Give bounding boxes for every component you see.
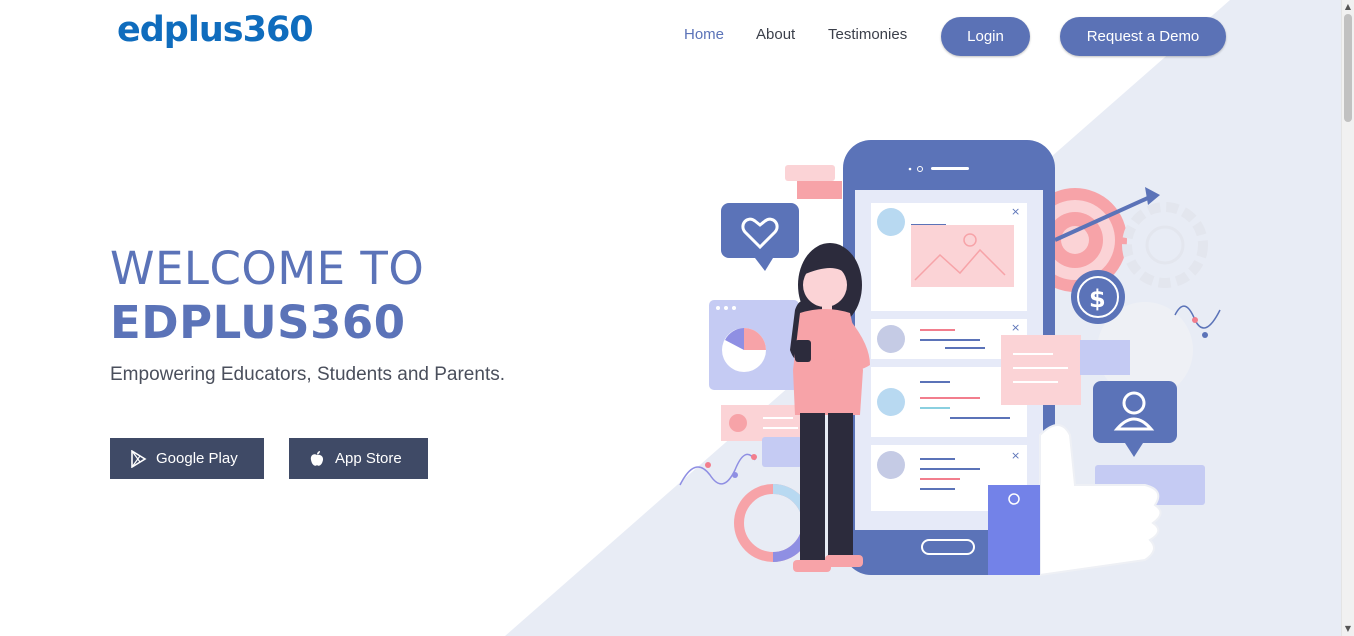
- nav-about-link[interactable]: About: [756, 26, 795, 43]
- scroll-down-arrow-icon[interactable]: ▼: [1344, 624, 1352, 634]
- hero-title: WELCOME TO EDPLUS360: [110, 242, 424, 350]
- apple-icon: [310, 450, 324, 466]
- google-play-label: Google Play: [156, 450, 238, 467]
- nav-testimonies-link[interactable]: Testimonies: [828, 26, 907, 43]
- scroll-thumb[interactable]: [1344, 14, 1352, 122]
- navbar: edplus360 Home About Testimonies Login R…: [0, 0, 1342, 72]
- user-icon: [1093, 381, 1177, 457]
- svg-text:×: ×: [1011, 321, 1020, 334]
- wave-line-left: [679, 453, 756, 486]
- request-demo-button[interactable]: Request a Demo: [1060, 17, 1226, 56]
- app-store-button[interactable]: App Store: [289, 438, 428, 479]
- hero-title-line1: WELCOME TO: [110, 242, 425, 295]
- nav-home-link[interactable]: Home: [684, 26, 724, 43]
- hero-subtitle: Empowering Educators, Students and Paren…: [110, 364, 506, 385]
- svg-text:×: ×: [1011, 449, 1020, 462]
- hero-illustration: × × × $: [679, 140, 1221, 577]
- login-button[interactable]: Login: [941, 17, 1030, 56]
- dollar-icon: $: [1071, 270, 1125, 324]
- google-play-icon: [131, 449, 147, 468]
- brand-logo[interactable]: edplus360: [117, 10, 314, 50]
- scroll-up-arrow-icon[interactable]: ▲: [1344, 2, 1352, 12]
- svg-text:$: $: [1089, 285, 1106, 313]
- app-store-label: App Store: [335, 450, 402, 467]
- google-play-button[interactable]: Google Play: [110, 438, 264, 479]
- heart-icon: [721, 203, 799, 271]
- page-scrollbar[interactable]: ▲ ▼: [1341, 0, 1354, 636]
- hero-title-line2: EDPLUS360: [110, 296, 406, 349]
- close-icon: ×: [1011, 205, 1020, 218]
